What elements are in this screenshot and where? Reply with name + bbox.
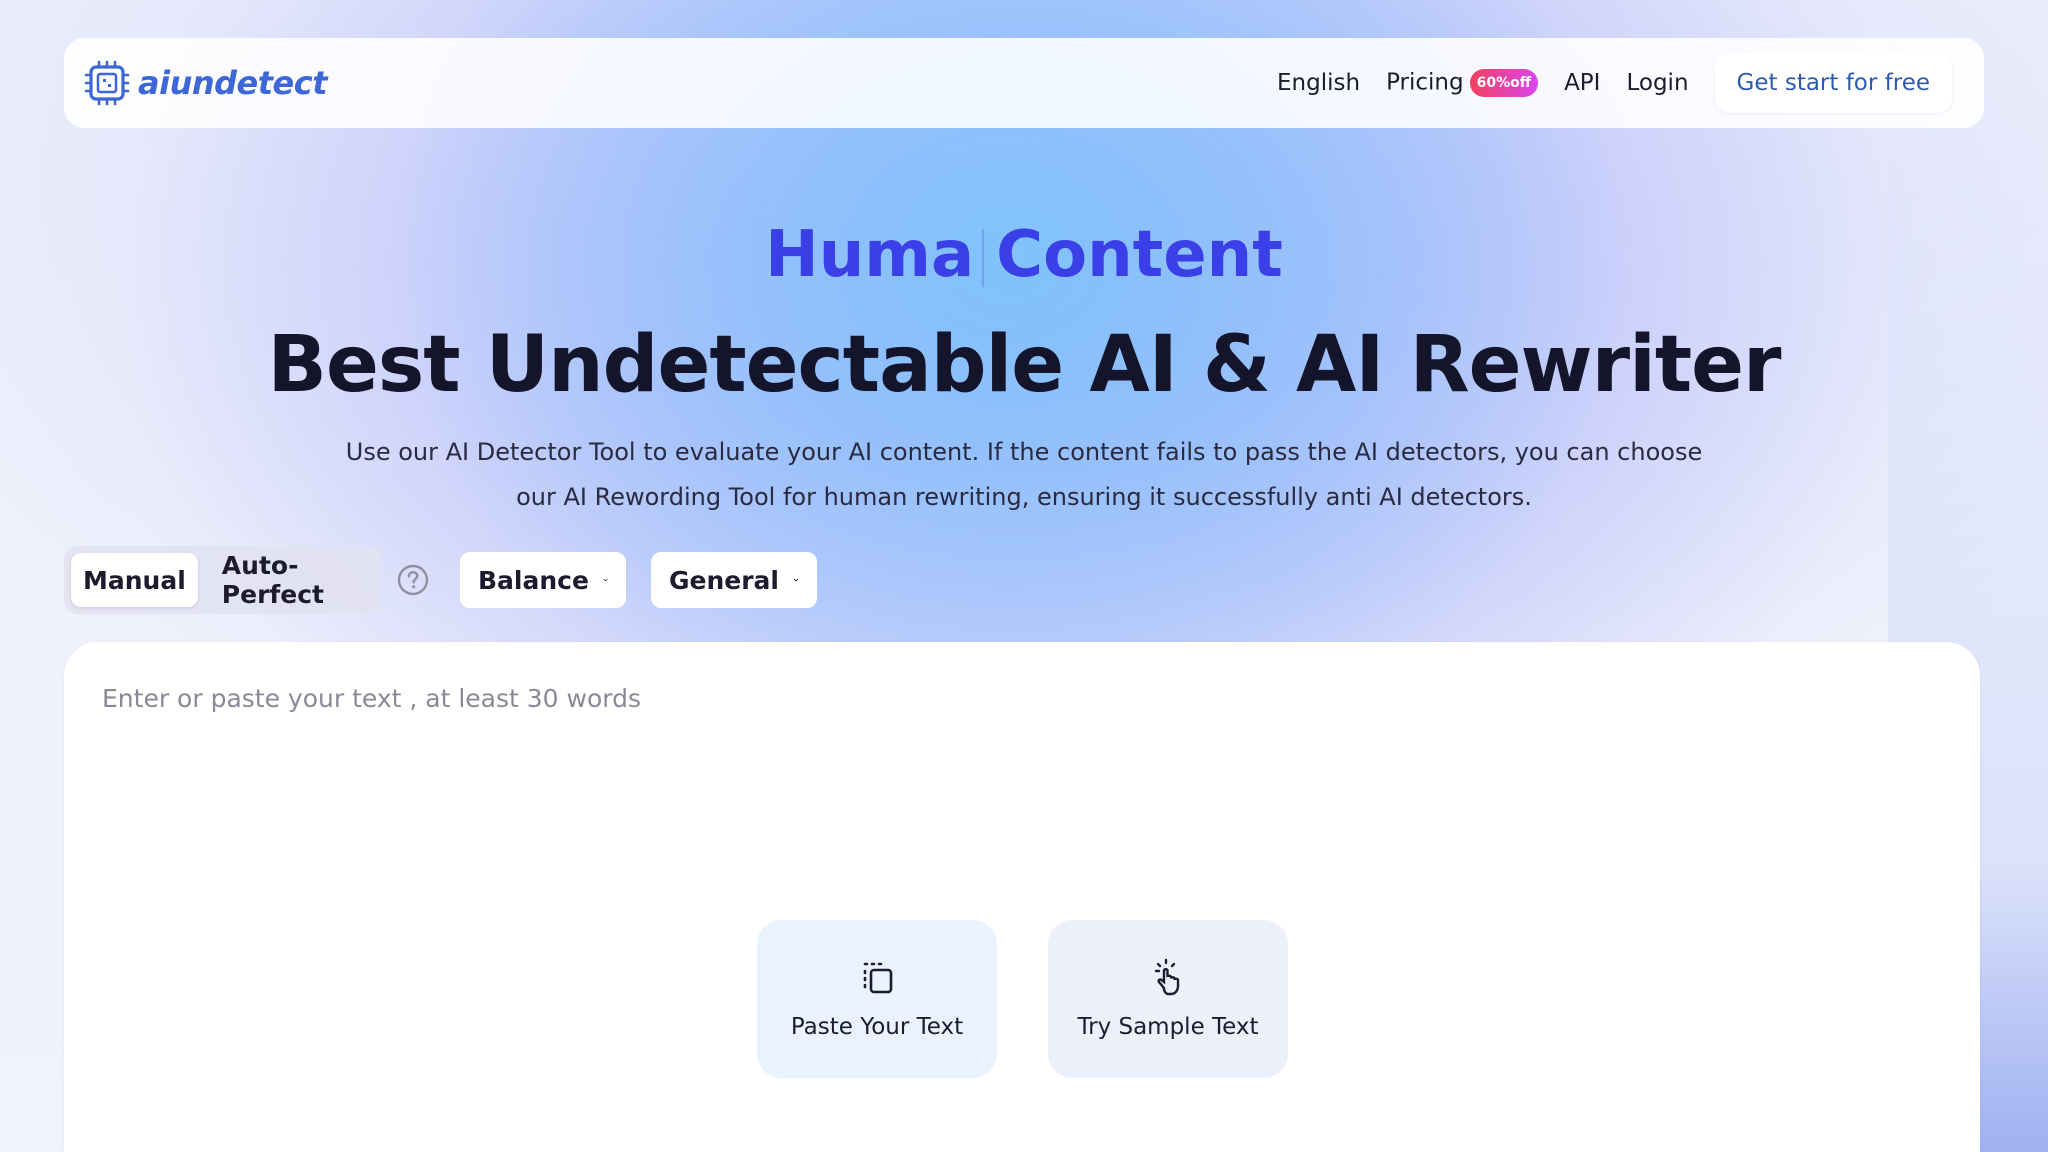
text-editor[interactable]: Enter or paste your text , at least 30 w… bbox=[64, 642, 1980, 1152]
page-title: Best Undetectable AI & AI Rewriter bbox=[267, 320, 1782, 410]
top-navbar: aiundetect English Pricing 60%off API Log… bbox=[64, 38, 1984, 128]
paste-text-label: Paste Your Text bbox=[790, 1014, 964, 1040]
nav-language-selector[interactable]: English bbox=[1277, 70, 1360, 96]
mode-toggle: Manual Auto-Perfect bbox=[64, 546, 382, 614]
tap-hand-icon bbox=[1154, 958, 1180, 996]
logo-text: aiundetect bbox=[138, 64, 328, 102]
style-dropdown[interactable]: General bbox=[651, 552, 817, 608]
paste-text-button[interactable]: Paste Your Text bbox=[757, 920, 997, 1078]
chevron-down-icon bbox=[603, 578, 608, 582]
strength-dropdown-value: Balance bbox=[478, 565, 589, 595]
nav-api-link[interactable]: API bbox=[1564, 70, 1600, 96]
logo[interactable]: aiundetect bbox=[84, 60, 328, 106]
eyebrow-typed-text: Huma bbox=[765, 218, 975, 292]
editor-placeholder: Enter or paste your text , at least 30 w… bbox=[102, 684, 641, 713]
strength-dropdown[interactable]: Balance bbox=[460, 552, 626, 608]
typing-caret bbox=[982, 229, 985, 288]
discount-badge: 60%off bbox=[1469, 69, 1539, 97]
nav-pricing-link[interactable]: Pricing 60%off bbox=[1386, 69, 1539, 97]
eyebrow-text: Content bbox=[996, 218, 1283, 292]
nav-links: English Pricing 60%off API Login Get star… bbox=[1251, 53, 1952, 113]
page-subtitle: Use our AI Detector Tool to evaluate you… bbox=[345, 438, 1703, 511]
nav-pricing-label: Pricing bbox=[1386, 69, 1464, 96]
chevron-down-icon bbox=[793, 578, 799, 582]
get-started-button[interactable]: Get start for free bbox=[1714, 53, 1952, 113]
style-dropdown-value: General bbox=[669, 565, 779, 595]
hero-eyebrow: Huma Content bbox=[0, 218, 2048, 292]
paste-icon bbox=[863, 962, 893, 994]
question-circle-icon[interactable] bbox=[397, 564, 429, 596]
mode-manual-button[interactable]: Manual bbox=[71, 553, 198, 607]
nav-login-link[interactable]: Login bbox=[1626, 70, 1688, 96]
logo-chip-icon bbox=[84, 60, 130, 106]
mode-auto-perfect-button[interactable]: Auto-Perfect bbox=[210, 551, 375, 609]
try-sample-label: Try Sample Text bbox=[1077, 1014, 1259, 1040]
try-sample-button[interactable]: Try Sample Text bbox=[1048, 920, 1288, 1078]
